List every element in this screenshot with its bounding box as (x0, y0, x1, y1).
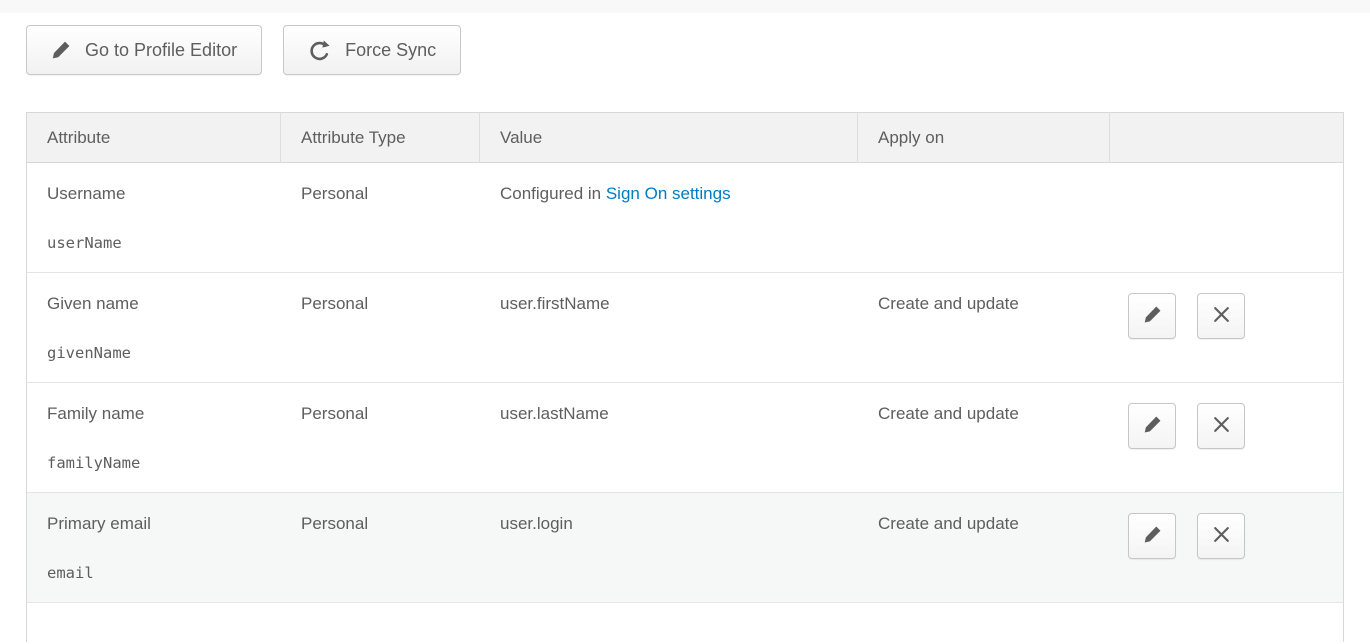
pencil-icon (1143, 415, 1162, 437)
column-header-apply-on: Apply on (858, 112, 1110, 163)
refresh-icon (308, 39, 331, 62)
value-cell: user.firstName (480, 273, 858, 383)
attribute-variable-name: userName (47, 232, 281, 254)
apply-on-cell: Create and update (858, 273, 1110, 383)
edit-attribute-button[interactable] (1128, 513, 1176, 559)
attribute-label: Family name (47, 403, 281, 425)
row-actions (1128, 309, 1245, 328)
value-text: user.firstName (500, 294, 610, 313)
attribute-type-cell: Personal (281, 163, 480, 273)
attribute-label: Username (47, 183, 281, 205)
attribute-mappings-table: Attribute Attribute Type Value Apply on … (26, 112, 1344, 642)
remove-attribute-button[interactable] (1197, 403, 1245, 449)
table-row: Family name familyName Personal user.las… (26, 383, 1344, 493)
value-cell: user.login (480, 493, 858, 603)
table-header-row: Attribute Attribute Type Value Apply on (26, 112, 1344, 163)
attribute-variable-name: givenName (47, 342, 281, 364)
value-text: user.login (500, 514, 573, 533)
top-divider (0, 0, 1370, 13)
pencil-icon (1143, 305, 1162, 327)
apply-on-cell: Create and update (858, 383, 1110, 493)
attribute-variable-name: email (47, 562, 281, 584)
table-row: Given name givenName Personal user.first… (26, 273, 1344, 383)
attribute-cell: Family name familyName (26, 383, 281, 493)
value-text: user.lastName (500, 404, 609, 423)
value-cell: user.lastName (480, 383, 858, 493)
x-icon (1212, 525, 1231, 547)
row-actions (1128, 529, 1245, 548)
attribute-mappings: Attribute Attribute Type Value Apply on … (26, 112, 1344, 642)
value-text: Configured in (500, 184, 606, 203)
value-cell: Configured in Sign On settings (480, 163, 858, 273)
actions-cell (1110, 383, 1344, 493)
attribute-label: Primary email (47, 513, 281, 535)
attribute-cell: Given name givenName (26, 273, 281, 383)
table-row: Primary email email Personal user.login … (26, 493, 1344, 603)
column-header-value: Value (480, 112, 858, 163)
apply-on-cell: Create and update (858, 493, 1110, 603)
attribute-type-cell: Personal (281, 493, 480, 603)
pencil-icon (51, 40, 71, 60)
attribute-variable-name: familyName (47, 452, 281, 474)
edit-attribute-button[interactable] (1128, 403, 1176, 449)
profile-editor-button[interactable]: Go to Profile Editor (26, 25, 262, 75)
toolbar: Go to Profile Editor Force Sync (26, 25, 1370, 75)
profile-editor-button-label: Go to Profile Editor (85, 40, 237, 61)
remove-attribute-button[interactable] (1197, 293, 1245, 339)
force-sync-button[interactable]: Force Sync (283, 25, 461, 75)
attribute-cell: Primary email email (26, 493, 281, 603)
attribute-label: Given name (47, 293, 281, 315)
force-sync-button-label: Force Sync (345, 40, 436, 61)
row-actions (1128, 419, 1245, 438)
attribute-cell: Username userName (26, 163, 281, 273)
apply-on-cell (858, 163, 1110, 273)
column-header-actions (1110, 112, 1344, 163)
actions-cell (1110, 273, 1344, 383)
actions-cell (1110, 493, 1344, 603)
attribute-type-cell: Personal (281, 383, 480, 493)
x-icon (1212, 305, 1231, 327)
column-header-attribute-type: Attribute Type (281, 112, 480, 163)
sign-on-settings-link[interactable]: Sign On settings (606, 184, 731, 203)
table-row: Username userName Personal Configured in… (26, 163, 1344, 273)
edit-attribute-button[interactable] (1128, 293, 1176, 339)
attribute-type-cell: Personal (281, 273, 480, 383)
actions-cell (1110, 163, 1344, 273)
x-icon (1212, 415, 1231, 437)
column-header-attribute: Attribute (26, 112, 281, 163)
remove-attribute-button[interactable] (1197, 513, 1245, 559)
pencil-icon (1143, 525, 1162, 547)
table-row-partial (26, 603, 1344, 642)
attribute-table-body: Username userName Personal Configured in… (26, 163, 1344, 603)
